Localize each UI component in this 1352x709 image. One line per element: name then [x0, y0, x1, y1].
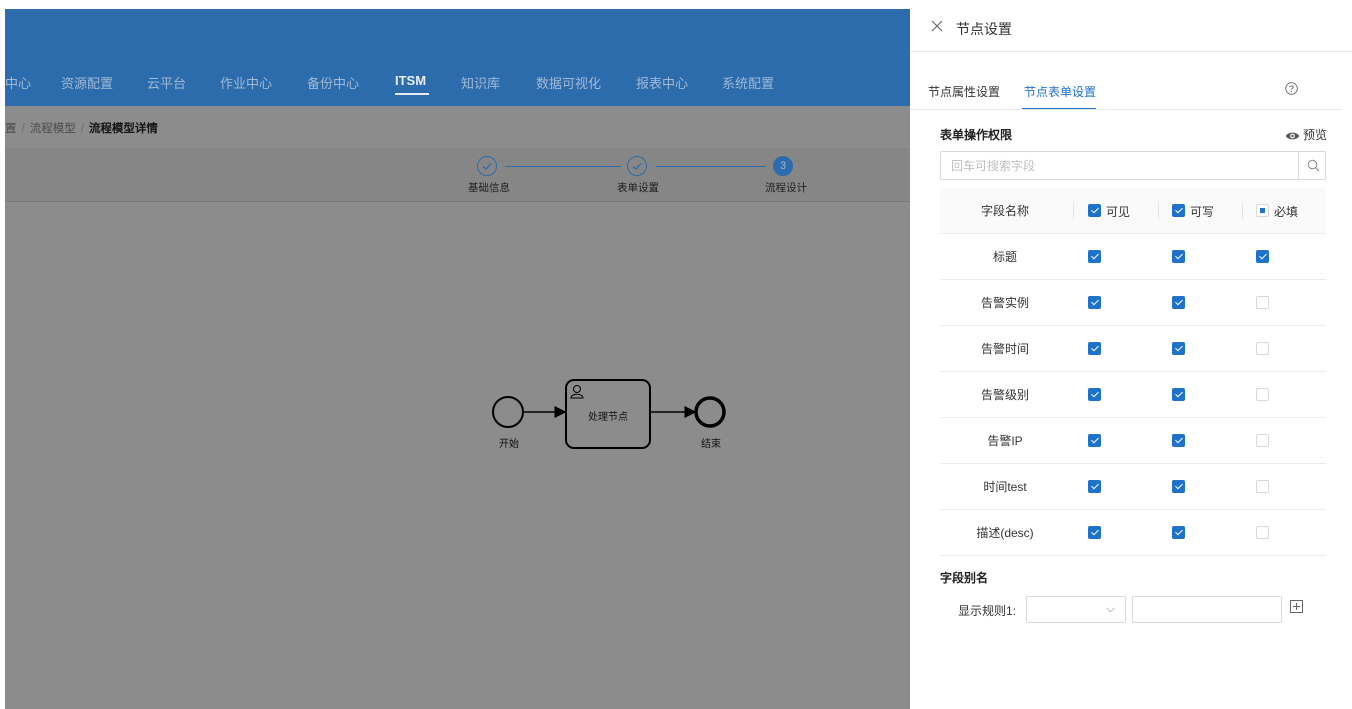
bpmn-diagram: [492, 379, 726, 449]
table-row: 告警IP: [940, 418, 1326, 464]
required-checkbox[interactable]: [1256, 480, 1269, 493]
end-event[interactable]: [694, 396, 726, 428]
column-header-visible: 可见: [1106, 205, 1131, 219]
table-header: 字段名称 可见 可写 必填: [940, 188, 1326, 234]
node-settings-drawer: 节点设置 节点属性设置 节点表单设置 表单操作权限 预览 字段名称: [910, 0, 1352, 709]
end-event-label: 结束: [701, 439, 721, 450]
field-name-cell: 告警实例: [980, 296, 1029, 310]
close-icon[interactable]: [930, 19, 944, 33]
help-icon[interactable]: [1285, 82, 1298, 95]
table-row: 告警级别: [940, 372, 1326, 418]
search-icon: [1307, 159, 1320, 172]
tab-node-form[interactable]: 节点表单设置: [1024, 83, 1096, 100]
column-divider: [1242, 203, 1243, 219]
tabs-divider: [910, 109, 1342, 110]
table-row: 告警时间: [940, 326, 1326, 372]
table-row: 描述(desc): [940, 510, 1326, 556]
field-name-cell: 时间test: [983, 480, 1027, 494]
visible-checkbox[interactable]: [1088, 480, 1101, 493]
preview-button[interactable]: 预览: [1285, 126, 1327, 143]
column-header-field-name: 字段名称: [980, 204, 1029, 218]
required-checkbox[interactable]: [1256, 342, 1269, 355]
top-gap: [0, 0, 910, 9]
writable-checkbox[interactable]: [1172, 526, 1185, 539]
tab-node-properties[interactable]: 节点属性设置: [928, 83, 1000, 100]
column-header-required: 必填: [1274, 205, 1299, 219]
nav-item-report-center[interactable]: 报表中心: [636, 73, 688, 92]
writable-checkbox[interactable]: [1172, 388, 1185, 401]
writable-checkbox[interactable]: [1172, 480, 1185, 493]
table-row: 时间test: [940, 464, 1326, 510]
field-name-cell: 描述(desc): [976, 526, 1034, 540]
display-rule-select[interactable]: [1026, 596, 1126, 623]
nav-item-resource-config[interactable]: 资源配置: [61, 73, 113, 92]
table-row: 告警实例: [940, 280, 1326, 326]
visible-checkbox[interactable]: [1088, 250, 1101, 263]
field-search-input[interactable]: [941, 152, 1298, 179]
search-button[interactable]: [1298, 152, 1326, 179]
field-name-cell: 告警IP: [987, 434, 1023, 448]
add-rule-icon[interactable]: [1290, 600, 1303, 613]
select-all-writable-checkbox[interactable]: [1172, 204, 1185, 217]
nav-item-system-config[interactable]: 系统配置: [722, 73, 774, 92]
required-checkbox[interactable]: [1256, 250, 1269, 263]
required-checkbox[interactable]: [1256, 296, 1269, 309]
eye-icon: [1285, 132, 1300, 140]
preview-label: 预览: [1303, 128, 1328, 142]
nav-item-data-visualization[interactable]: 数据可视化: [536, 73, 601, 92]
required-checkbox[interactable]: [1256, 434, 1269, 447]
required-checkbox[interactable]: [1256, 388, 1269, 401]
nav-item-itsm[interactable]: ITSM: [395, 73, 426, 88]
visible-checkbox[interactable]: [1088, 342, 1101, 355]
visible-checkbox[interactable]: [1088, 526, 1101, 539]
user-task-label: 处理节点: [588, 412, 628, 423]
field-alias-title: 字段别名: [940, 571, 989, 585]
visible-checkbox[interactable]: [1088, 434, 1101, 447]
start-event-label: 开始: [499, 439, 519, 450]
nav-item-knowledge-base[interactable]: 知识库: [461, 73, 500, 92]
visible-checkbox[interactable]: [1088, 388, 1101, 401]
visible-checkbox[interactable]: [1088, 296, 1101, 309]
top-navbar: 中心 资源配置 云平台 作业中心 备份中心 ITSM 知识库 数据可视化 报表中…: [5, 9, 910, 106]
writable-checkbox[interactable]: [1172, 296, 1185, 309]
writable-checkbox[interactable]: [1172, 250, 1185, 263]
drawer-header: 节点设置: [910, 0, 1352, 52]
select-all-visible-checkbox[interactable]: [1088, 204, 1101, 217]
required-checkbox[interactable]: [1256, 526, 1269, 539]
column-header-writable: 可写: [1190, 205, 1215, 219]
column-divider: [1073, 203, 1074, 219]
nav-item-backup-center[interactable]: 备份中心: [307, 73, 359, 92]
nav-item-job-center[interactable]: 作业中心: [220, 73, 272, 92]
nav-active-indicator: [395, 93, 429, 95]
field-name-cell: 告警时间: [980, 342, 1029, 356]
left-edge: [0, 0, 5, 709]
field-search: [940, 151, 1326, 180]
display-rule-input[interactable]: [1132, 596, 1282, 623]
form-permissions-title: 表单操作权限: [940, 128, 1013, 142]
nav-item-cloud-platform[interactable]: 云平台: [147, 73, 186, 92]
column-divider: [1158, 203, 1159, 219]
nav-item-center[interactable]: 中心: [5, 73, 31, 92]
field-name-cell: 标题: [992, 250, 1017, 264]
table-row: 标题: [940, 234, 1326, 280]
display-rule-label: 显示规则1:: [958, 604, 1017, 618]
field-name-cell: 告警级别: [980, 388, 1029, 402]
drawer-title: 节点设置: [956, 21, 1012, 37]
start-event[interactable]: [492, 396, 524, 428]
select-all-required-checkbox[interactable]: [1256, 204, 1269, 217]
chevron-down-icon: [1106, 607, 1115, 613]
writable-checkbox[interactable]: [1172, 342, 1185, 355]
user-task-icon: [570, 385, 584, 399]
main-content: 置 / 流程模型 / 流程模型详情 基础信息 表单设置 3 流程设计 开始 处理…: [5, 106, 910, 709]
drawer-tabs: 节点属性设置 节点表单设置: [910, 52, 1352, 110]
writable-checkbox[interactable]: [1172, 434, 1185, 447]
